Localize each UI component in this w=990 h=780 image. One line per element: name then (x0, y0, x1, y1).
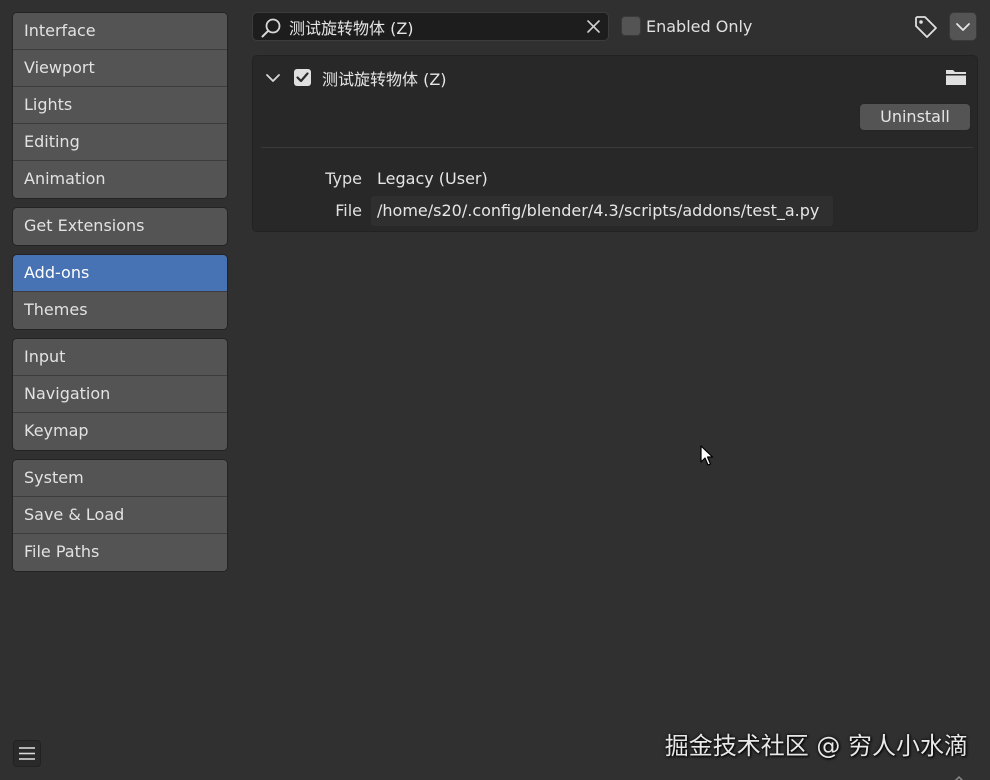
sidebar-item-add-ons[interactable]: Add-ons (13, 255, 227, 292)
sidebar-item-navigation[interactable]: Navigation (13, 376, 227, 413)
sidebar-item-themes[interactable]: Themes (13, 292, 227, 329)
file-label: File (335, 201, 362, 220)
chevron-down-icon (950, 23, 976, 44)
sidebar-item-input[interactable]: Input (13, 339, 227, 376)
file-value: /home/s20/.config/blender/4.3/scripts/ad… (377, 201, 820, 220)
uninstall-button[interactable]: Uninstall (859, 103, 971, 131)
check-icon (296, 72, 309, 83)
type-value: Legacy (User) (377, 169, 488, 188)
sidebar-group-input: Input Navigation Keymap (12, 338, 228, 451)
chevron-down-icon[interactable] (263, 68, 283, 92)
sidebar-item-save-load[interactable]: Save & Load (13, 497, 227, 534)
addon-panel: 测试旋转物体 (Z) Uninstall Type Legacy (User) … (252, 55, 978, 232)
addon-enable-checkbox[interactable] (294, 69, 311, 86)
hamburger-icon (14, 747, 40, 770)
addon-file-row: File /home/s20/.config/blender/4.3/scrip… (253, 196, 977, 226)
search-icon (260, 17, 282, 43)
sidebar-item-keymap[interactable]: Keymap (13, 413, 227, 450)
tag-icon (912, 16, 940, 45)
sidebar-item-interface[interactable]: Interface (13, 13, 227, 50)
mouse-pointer-icon (700, 445, 714, 471)
chevron-up-icon[interactable] (951, 769, 967, 780)
filter-menu-button[interactable] (949, 12, 977, 41)
sidebar-item-viewport[interactable]: Viewport (13, 50, 227, 87)
preferences-window: Interface Viewport Lights Editing Animat… (0, 0, 990, 780)
watermark-text: 掘金技术社区 @ 穷人小水滴 (664, 732, 968, 760)
folder-icon[interactable] (945, 67, 967, 90)
sidebar-item-system[interactable]: System (13, 460, 227, 497)
sidebar-group-addons: Add-ons Themes (12, 254, 228, 330)
search-input[interactable] (289, 15, 569, 38)
sidebar-group-display: Interface Viewport Lights Editing Animat… (12, 12, 228, 199)
sidebar-group-extensions: Get Extensions (12, 207, 228, 246)
addon-name: 测试旋转物体 (Z) (322, 70, 447, 89)
divider (261, 147, 973, 148)
addon-search-box (252, 12, 609, 41)
sidebar-item-file-paths[interactable]: File Paths (13, 534, 227, 571)
sidebar-item-editing[interactable]: Editing (13, 124, 227, 161)
type-label: Type (325, 169, 362, 188)
sidebar-item-get-extensions[interactable]: Get Extensions (13, 208, 227, 245)
enabled-only-toggle[interactable]: Enabled Only (621, 15, 752, 37)
hamburger-menu-button[interactable] (13, 740, 41, 767)
close-icon[interactable] (586, 19, 601, 38)
tag-filter-button[interactable] (912, 12, 940, 41)
sidebar-item-animation[interactable]: Animation (13, 161, 227, 198)
addon-type-row: Type Legacy (User) (253, 169, 977, 193)
enabled-only-label: Enabled Only (646, 16, 753, 36)
sidebar-group-system: System Save & Load File Paths (12, 459, 228, 572)
enabled-only-checkbox[interactable] (621, 16, 641, 36)
sidebar-item-lights[interactable]: Lights (13, 87, 227, 124)
